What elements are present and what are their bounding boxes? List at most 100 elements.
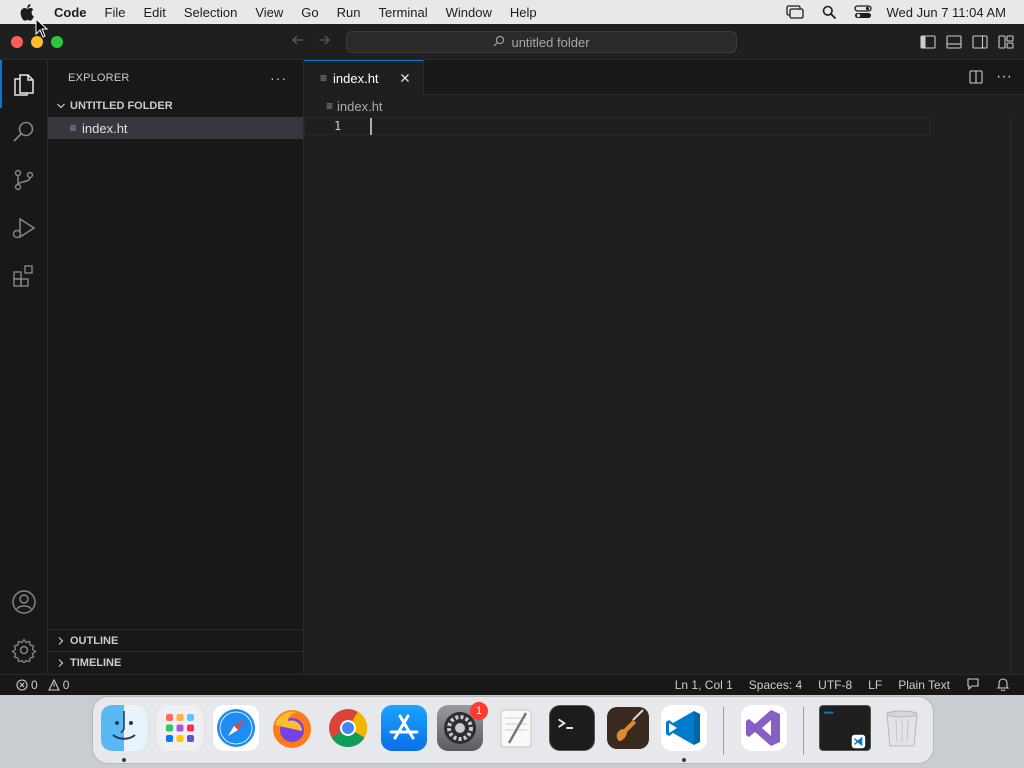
finder-icon[interactable] [101,705,147,751]
customize-layout-icon[interactable] [997,33,1014,50]
tab-index[interactable]: ≡ index.ht [304,60,424,95]
extensions-icon[interactable] [0,252,48,300]
file-item-index[interactable]: ≡ index.ht [48,117,303,139]
menu-app-code[interactable]: Code [48,0,96,24]
search-icon [493,35,505,50]
close-tab-icon[interactable] [397,70,413,86]
control-center-icon[interactable] [853,4,873,20]
encoding-status[interactable]: UTF-8 [818,678,852,692]
go-forward-icon[interactable] [315,33,333,51]
editor-tabs: ≡ index.ht ··· [304,60,1024,95]
chevron-right-icon [54,656,68,670]
vscode-window: untitled folder EXPLORER ··· UNTITLED FO… [0,24,1024,695]
text-file-icon: ≡ [320,71,328,85]
macos-menubar: Code File Edit Selection View Go Run Ter… [0,0,1024,24]
source-control-icon[interactable] [0,156,48,204]
explorer-sidebar: EXPLORER ··· UNTITLED FOLDER ≡ index.ht … [48,60,304,674]
command-center-search[interactable]: untitled folder [346,31,737,53]
accounts-icon[interactable] [0,578,48,626]
command-center-label: untitled folder [511,34,590,50]
chrome-icon[interactable] [325,705,371,751]
macos-dock: 1 [92,696,934,764]
terminal-icon[interactable] [549,705,595,751]
screen-mirroring-icon[interactable] [785,4,805,20]
dock-separator [803,707,804,755]
text-file-icon: ≡ [326,99,334,113]
menu-terminal[interactable]: Terminal [370,0,437,24]
dock-separator [723,707,724,755]
window-close-button[interactable] [11,36,23,48]
layout-controls [919,33,1014,50]
outline-section[interactable]: OUTLINE [48,629,304,651]
current-line-highlight[interactable] [304,117,930,135]
indentation-status[interactable]: Spaces: 4 [749,678,802,692]
mouse-pointer-icon [35,17,49,38]
cursor-position[interactable]: Ln 1, Col 1 [675,678,733,692]
toggle-secondary-sidebar-icon[interactable] [971,33,988,50]
timeline-section[interactable]: TIMELINE [48,651,304,673]
vscode-icon[interactable] [661,705,707,751]
activity-bar [0,60,48,674]
folder-untitled[interactable]: UNTITLED FOLDER [48,95,303,117]
menu-help[interactable]: Help [501,0,546,24]
textedit-icon[interactable] [493,705,539,751]
text-file-icon: ≡ [69,121,77,135]
chevron-down-icon [54,99,68,113]
language-mode[interactable]: Plain Text [898,678,950,692]
menu-go[interactable]: Go [292,0,327,24]
warning-count: 0 [62,678,70,692]
tab-label: index.ht [333,70,379,86]
notifications-bell-icon[interactable] [996,677,1010,694]
visual-studio-icon[interactable] [741,705,787,751]
menu-edit[interactable]: Edit [134,0,174,24]
more-actions-icon[interactable]: ··· [996,68,1012,85]
text-cursor [370,118,372,135]
line-number: 1 [334,119,342,133]
safari-icon[interactable] [213,705,259,751]
garageband-icon[interactable] [605,705,651,751]
search-icon[interactable] [0,108,48,156]
error-icon [16,679,28,691]
manage-gear-icon[interactable] [0,626,48,674]
editor-actions: ··· [968,68,1012,85]
warning-icon [47,679,60,691]
error-count: 0 [31,678,38,692]
folder-label: UNTITLED FOLDER [70,100,173,112]
vertical-scrollbar[interactable] [1010,117,1024,674]
titlebar: untitled folder [0,24,1024,60]
problems-status[interactable]: 0 0 [0,678,75,692]
breadcrumb-file: index.ht [337,98,383,114]
status-right: Ln 1, Col 1 Spaces: 4 UTF-8 LF Plain Tex… [675,677,1024,694]
file-item-label: index.ht [82,120,128,136]
toggle-panel-icon[interactable] [945,33,962,50]
launchpad-icon[interactable] [157,705,203,751]
breadcrumb[interactable]: ≡ index.ht [304,95,1024,117]
toggle-primary-sidebar-icon[interactable] [919,33,936,50]
trash-icon[interactable] [879,705,925,751]
finder-running-indicator [122,758,126,762]
menu-window[interactable]: Window [437,0,501,24]
run-debug-icon[interactable] [0,204,48,252]
menu-run[interactable]: Run [328,0,370,24]
menu-selection[interactable]: Selection [175,0,246,24]
eol-status[interactable]: LF [868,678,882,692]
timeline-label: TIMELINE [70,656,122,669]
app-store-icon[interactable] [381,705,427,751]
vscode-window-thumbnail-icon[interactable] [819,705,871,751]
more-actions-icon[interactable]: ··· [270,70,287,86]
firefox-icon[interactable] [269,705,315,751]
split-editor-icon[interactable] [968,69,984,85]
editor-area: ≡ index.ht ··· ≡ index.ht 1 [304,60,1024,674]
menu-view[interactable]: View [246,0,292,24]
explorer-icon[interactable] [0,60,48,108]
vscode-running-indicator [682,758,686,762]
window-maximize-button[interactable] [51,36,63,48]
outline-label: OUTLINE [70,634,119,647]
system-settings-badge: 1 [470,702,488,720]
go-back-icon[interactable] [289,33,307,51]
spotlight-search-icon[interactable] [819,4,839,20]
feedback-icon[interactable] [966,677,980,694]
menubar-clock[interactable]: Wed Jun 7 11:04 AM [887,5,1006,20]
menu-file[interactable]: File [96,0,135,24]
chevron-right-icon [54,634,68,648]
